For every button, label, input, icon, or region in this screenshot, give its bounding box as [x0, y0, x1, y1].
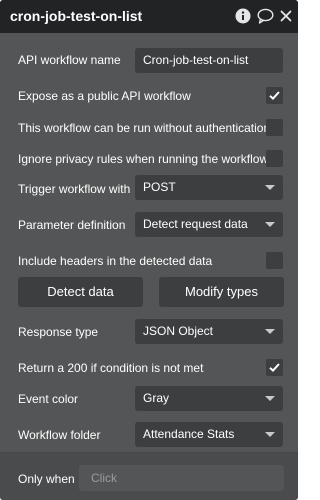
trigger-value: POST	[143, 180, 176, 194]
workflow-folder-value: Attendance Stats	[143, 427, 235, 441]
chevron-down-icon	[265, 329, 275, 334]
expose-public-checkbox[interactable]	[266, 87, 283, 104]
event-color-select[interactable]: Gray	[135, 386, 283, 411]
title-bar: cron-job-test-on-list	[0, 0, 298, 33]
title-icons	[235, 8, 292, 24]
return-200-checkbox[interactable]	[266, 359, 283, 376]
return-200-label: Return a 200 if condition is not met	[18, 361, 204, 375]
only-when-condition-input[interactable]: Click	[79, 465, 284, 491]
response-type-value: JSON Object	[143, 324, 214, 338]
chevron-down-icon	[265, 185, 275, 190]
response-type-label: Response type	[18, 325, 99, 339]
trigger-label: Trigger workflow with	[18, 182, 131, 196]
ignore-privacy-checkbox[interactable]	[266, 150, 283, 167]
checkmark-icon	[269, 91, 280, 101]
chevron-down-icon	[265, 222, 275, 227]
include-headers-label: Include headers in the detected data	[18, 254, 213, 268]
only-when-label: Only when	[18, 472, 75, 486]
api-workflow-name-input[interactable]: Cron-job-test-on-list	[135, 48, 283, 73]
parameter-definition-select[interactable]: Detect request data	[135, 212, 283, 237]
workflow-folder-select[interactable]: Attendance Stats	[135, 422, 283, 447]
info-icon[interactable]	[235, 8, 251, 24]
response-type-select[interactable]: JSON Object	[135, 319, 283, 344]
workflow-title: cron-job-test-on-list	[10, 8, 143, 24]
event-color-label: Event color	[18, 392, 79, 406]
no-auth-checkbox[interactable]	[266, 119, 283, 136]
api-workflow-name-label: API workflow name	[18, 53, 121, 67]
checkmark-icon	[269, 363, 280, 373]
no-auth-label: This workflow can be run without authent…	[18, 121, 271, 135]
chevron-down-icon	[265, 432, 275, 437]
only-when-section: Only when Click	[0, 453, 298, 500]
detect-data-button[interactable]: Detect data	[18, 277, 143, 307]
trigger-select[interactable]: POST	[135, 175, 283, 200]
expose-public-label: Expose as a public API workflow	[18, 89, 191, 103]
ignore-privacy-label: Ignore privacy rules when running the wo…	[18, 152, 269, 166]
workflow-folder-label: Workflow folder	[18, 428, 101, 442]
close-icon[interactable]	[280, 10, 292, 22]
chevron-down-icon	[265, 396, 275, 401]
comment-icon[interactable]	[257, 8, 274, 24]
event-color-value: Gray	[143, 391, 170, 405]
parameter-definition-value: Detect request data	[143, 217, 248, 231]
include-headers-checkbox[interactable]	[266, 252, 283, 269]
modify-types-button[interactable]: Modify types	[159, 277, 284, 307]
parameter-definition-label: Parameter definition	[18, 218, 126, 232]
api-workflow-properties-panel: cron-job-test-on-list API workflow name …	[0, 0, 298, 500]
